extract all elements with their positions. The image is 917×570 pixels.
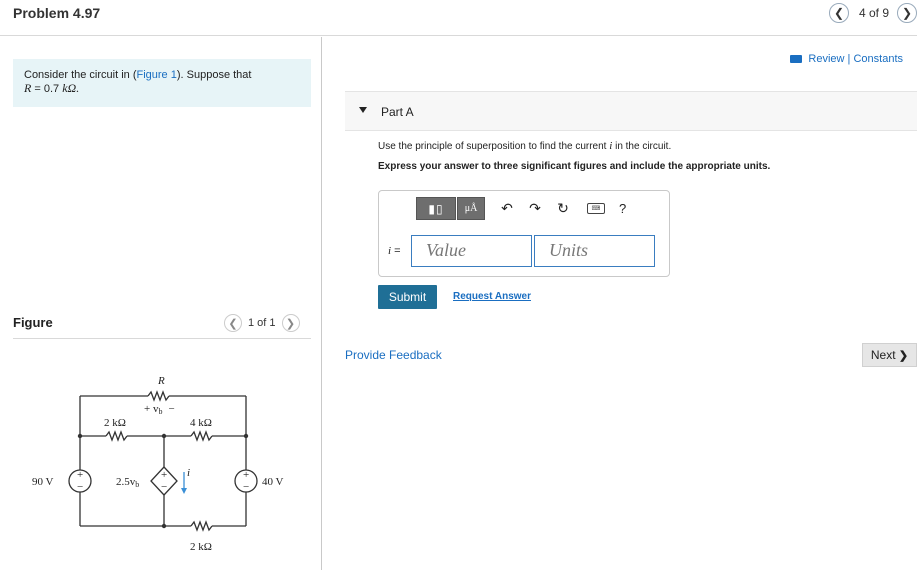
chevron-left-icon: ❮ bbox=[228, 317, 238, 330]
label-i: i bbox=[187, 467, 190, 479]
top-bar: Problem 4.97 ❮ 4 of 9 ❯ bbox=[0, 0, 917, 36]
plus-40v: + bbox=[243, 469, 249, 481]
problem-title: Problem 4.97 bbox=[13, 5, 101, 21]
units-button[interactable]: μÅ bbox=[457, 197, 485, 220]
minus-40v: − bbox=[243, 481, 249, 493]
answer-box: ▮▯ μÅ ↶ ↷ ↻ ⌨ ? i = Value Units bbox=[378, 190, 670, 277]
instruction-bold: Express your answer to three significant… bbox=[378, 161, 771, 172]
instruction-text: Use the principle of superposition to fi… bbox=[378, 141, 610, 152]
book-icon bbox=[790, 55, 803, 63]
problem-intro: Consider the circuit in (Figure 1). Supp… bbox=[13, 59, 311, 107]
minus-dep: − bbox=[161, 481, 167, 493]
label-2k-left: 2 kΩ bbox=[104, 417, 126, 429]
chevron-right-icon: ❯ bbox=[898, 349, 909, 362]
instruction: Use the principle of superposition to fi… bbox=[378, 140, 671, 152]
constants-link[interactable]: Constants bbox=[853, 53, 903, 65]
label-90v: 90 V bbox=[32, 476, 54, 488]
next-figure-button[interactable]: ❯ bbox=[281, 314, 300, 332]
instruction-text-after: in the circuit. bbox=[612, 141, 672, 152]
chevron-right-icon: ❯ bbox=[901, 6, 913, 20]
minus-90v: − bbox=[77, 481, 83, 493]
units-icon: μÅ bbox=[464, 203, 478, 214]
figure-divider bbox=[13, 338, 311, 339]
figure-count: 1 of 1 bbox=[248, 317, 276, 329]
units-input[interactable]: Units bbox=[534, 235, 655, 267]
request-answer-link[interactable]: Request Answer bbox=[453, 291, 531, 302]
right-panel: Review | Constants Part A Use the princi… bbox=[322, 37, 917, 570]
prev-figure-button[interactable]: ❮ bbox=[224, 314, 242, 332]
figure-heading: Figure bbox=[13, 315, 53, 330]
reset-icon[interactable]: ↻ bbox=[557, 200, 569, 217]
collapse-triangle-icon[interactable] bbox=[359, 107, 367, 113]
label-40v: 40 V bbox=[262, 476, 284, 488]
value-input[interactable]: Value bbox=[411, 235, 532, 267]
help-icon[interactable]: ? bbox=[619, 201, 626, 216]
link-separator: | bbox=[844, 53, 854, 65]
prev-problem-button[interactable]: ❮ bbox=[828, 3, 849, 23]
keyboard-icon[interactable]: ⌨ bbox=[587, 203, 605, 214]
intro-text: Consider the circuit in ( bbox=[24, 69, 137, 81]
next-problem-button[interactable]: ❯ bbox=[897, 3, 917, 23]
answer-toolbar: ▮▯ μÅ ↶ ↷ ↻ ⌨ ? bbox=[416, 197, 626, 220]
figure-pager: ❮ 1 of 1 ❯ bbox=[224, 314, 300, 332]
left-panel: Consider the circuit in (Figure 1). Supp… bbox=[0, 37, 322, 570]
label-vb: + vb − bbox=[144, 403, 175, 416]
redo-icon[interactable]: ↷ bbox=[529, 200, 541, 217]
undo-icon[interactable]: ↶ bbox=[501, 200, 513, 217]
plus-dep: + bbox=[161, 469, 167, 481]
intro-text-after: ). Suppose that bbox=[176, 69, 252, 81]
r-unit: kΩ. bbox=[62, 81, 80, 95]
next-button[interactable]: Next ❯ bbox=[862, 343, 917, 367]
equation-label: i = bbox=[388, 245, 401, 257]
next-label: Next bbox=[870, 348, 896, 362]
label-dep-source: 2.5vb bbox=[116, 476, 139, 489]
review-constants: Review | Constants bbox=[790, 53, 903, 65]
submit-button[interactable]: Submit bbox=[378, 285, 437, 309]
templates-button[interactable]: ▮▯ bbox=[416, 197, 456, 220]
plus-90v: + bbox=[77, 469, 83, 481]
problem-pager: ❮ 4 of 9 ❯ bbox=[828, 3, 917, 23]
part-a-label: Part A bbox=[381, 105, 414, 119]
label-2k-bottom: 2 kΩ bbox=[190, 541, 212, 553]
label-4k: 4 kΩ bbox=[190, 417, 212, 429]
figure-link[interactable]: Figure 1 bbox=[137, 69, 177, 81]
review-link[interactable]: Review bbox=[808, 53, 844, 65]
r-value: = 0.7 bbox=[31, 83, 63, 95]
circuit-diagram: R + vb − 2 kΩ 4 kΩ 2 kΩ 2.5vb 90 V 40 V i… bbox=[32, 375, 284, 553]
template-icon: ▮▯ bbox=[428, 201, 444, 216]
provide-feedback-link[interactable]: Provide Feedback bbox=[345, 348, 442, 362]
chevron-left-icon: ❮ bbox=[833, 6, 844, 20]
label-r: R bbox=[157, 375, 165, 387]
part-a-header[interactable]: Part A bbox=[345, 91, 917, 131]
chevron-right-icon: ❯ bbox=[285, 317, 296, 330]
problem-count: 4 of 9 bbox=[858, 6, 889, 20]
